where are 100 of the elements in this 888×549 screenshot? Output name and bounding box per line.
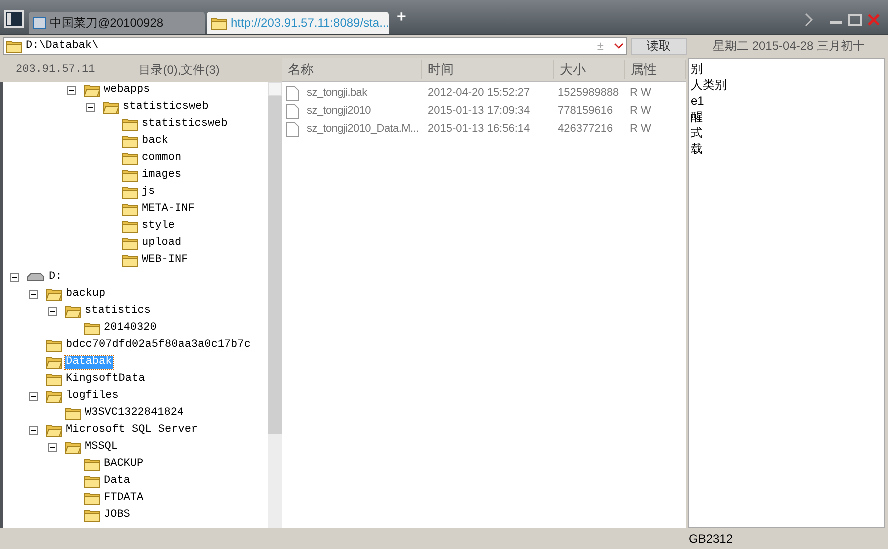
tree-item[interactable]: Data	[103, 475, 132, 488]
collapse-toggle[interactable]	[29, 426, 38, 435]
folder-icon	[122, 118, 138, 131]
folder-icon	[122, 169, 138, 182]
collapse-toggle[interactable]	[10, 273, 19, 282]
folder-icon	[122, 237, 138, 250]
table-cell-text: R W	[630, 86, 652, 101]
folder-icon	[122, 254, 138, 267]
table-cell-text: sz_tongji2010_Data.M...	[307, 122, 420, 137]
collapse-toggle[interactable]	[29, 290, 38, 299]
folder-icon	[6, 40, 22, 52]
table-cell-text: 2015-01-13 16:56:14	[428, 122, 532, 137]
tree-item[interactable]: META-INF	[141, 203, 196, 216]
column-header[interactable]: 时间	[422, 60, 554, 80]
item-count: 目录(0),文件(3)	[139, 62, 220, 79]
drive-icon	[27, 272, 45, 282]
table-cell-text: R W	[630, 122, 652, 137]
column-header[interactable]: 属性	[625, 60, 686, 80]
file-icon	[286, 104, 299, 118]
folder-icon	[46, 356, 62, 369]
collapse-toggle[interactable]	[29, 392, 38, 401]
collapse-toggle[interactable]	[67, 86, 76, 95]
read-button[interactable]: 读取	[631, 38, 687, 54]
folder-icon	[84, 492, 100, 505]
table-cell-text: sz_tongji.bak	[307, 86, 368, 101]
collapse-toggle[interactable]	[86, 103, 95, 112]
tree-item[interactable]: common	[141, 152, 183, 165]
tree-item[interactable]: KingsoftData	[65, 373, 146, 386]
folder-icon	[65, 407, 81, 420]
folder-icon	[84, 84, 100, 97]
table-cell-text: 426377216	[558, 122, 614, 137]
folder-icon	[84, 458, 100, 471]
folder-icon	[122, 135, 138, 148]
encoding-label: GB2312	[689, 530, 734, 548]
tree-item[interactable]: FTDATA	[103, 492, 145, 505]
tree-item[interactable]: js	[141, 186, 156, 199]
app-icon	[4, 10, 24, 28]
file-icon	[286, 122, 299, 136]
table-cell-text: R W	[630, 104, 652, 119]
tree-item[interactable]: logfiles	[65, 390, 120, 403]
note-line: 式	[691, 125, 703, 141]
scrollbar-thumb[interactable]	[268, 96, 282, 434]
tree-item[interactable]: back	[141, 135, 170, 148]
address-field[interactable]: D:\Databak\ ±	[3, 37, 627, 55]
maximize-icon[interactable]	[848, 14, 862, 26]
tree-item[interactable]: statisticsweb	[122, 101, 210, 114]
folder-icon	[103, 101, 119, 114]
tree-item[interactable]: statistics	[84, 305, 152, 318]
table-cell-text: 2015-01-13 17:09:34	[428, 104, 532, 119]
browser-tab[interactable]: 中国菜刀@20100928	[29, 12, 205, 34]
note-line: e1	[691, 93, 704, 109]
tree-item[interactable]: WEB-INF	[141, 254, 190, 267]
tree-item[interactable]: Microsoft SQL Server	[65, 424, 200, 437]
folder-icon	[46, 373, 62, 386]
table-cell-text: sz_tongji2010	[307, 104, 372, 119]
tree-item[interactable]: 20140320	[103, 322, 158, 335]
table-cell-text: 2012-04-20 15:52:27	[428, 86, 532, 101]
new-tab-button[interactable]: +	[391, 6, 412, 30]
server-address: 203.91.57.11	[16, 62, 96, 78]
table-cell-text: 778159616	[558, 104, 614, 119]
tree-item[interactable]: W3SVC1322841824	[84, 407, 186, 420]
tree-item[interactable]: upload	[141, 237, 183, 250]
column-header[interactable]: 大小	[554, 60, 625, 80]
table-cell-text: 1525989888	[558, 86, 620, 101]
tree-item[interactable]: statisticsweb	[141, 118, 229, 131]
tree-item[interactable]: BACKUP	[103, 458, 145, 471]
tree-item[interactable]: bdcc707dfd02a5f80aa3a0c17b7c	[65, 339, 252, 352]
folder-icon	[65, 441, 81, 454]
folder-icon	[46, 339, 62, 352]
folder-icon	[84, 322, 100, 335]
tree-item[interactable]: D:	[48, 271, 64, 284]
collapse-toggle[interactable]	[48, 443, 57, 452]
tree-item[interactable]: MSSQL	[84, 441, 120, 454]
folder-icon	[46, 390, 62, 403]
tree-item[interactable]: style	[141, 220, 176, 233]
folder-icon	[84, 475, 100, 488]
tree-item[interactable]: backup	[65, 288, 107, 301]
note-line: 人类别	[691, 77, 727, 93]
tree-item[interactable]: webapps	[103, 84, 152, 97]
folder-icon	[122, 203, 138, 216]
folder-icon	[122, 152, 138, 165]
note-line: 载	[691, 141, 703, 157]
chevron-right-icon[interactable]	[804, 13, 814, 27]
date-label: 星期二 2015-04-28 三月初十	[713, 38, 866, 55]
folder-icon	[46, 424, 62, 437]
tree-item[interactable]: JOBS	[103, 509, 132, 522]
collapse-toggle[interactable]	[48, 307, 57, 316]
scrollbar[interactable]	[268, 82, 282, 528]
column-header[interactable]: 名称	[282, 60, 422, 80]
folder-icon	[122, 220, 138, 233]
note-line: 醒	[691, 109, 703, 125]
folder-icon	[65, 305, 81, 318]
folder-icon	[211, 16, 227, 30]
folder-icon	[46, 288, 62, 301]
folder-icon	[84, 509, 100, 522]
file-icon	[286, 86, 299, 100]
note-line: 别	[691, 61, 703, 77]
page-icon	[33, 17, 46, 29]
tree-item[interactable]: images	[141, 169, 183, 182]
folder-icon	[122, 186, 138, 199]
